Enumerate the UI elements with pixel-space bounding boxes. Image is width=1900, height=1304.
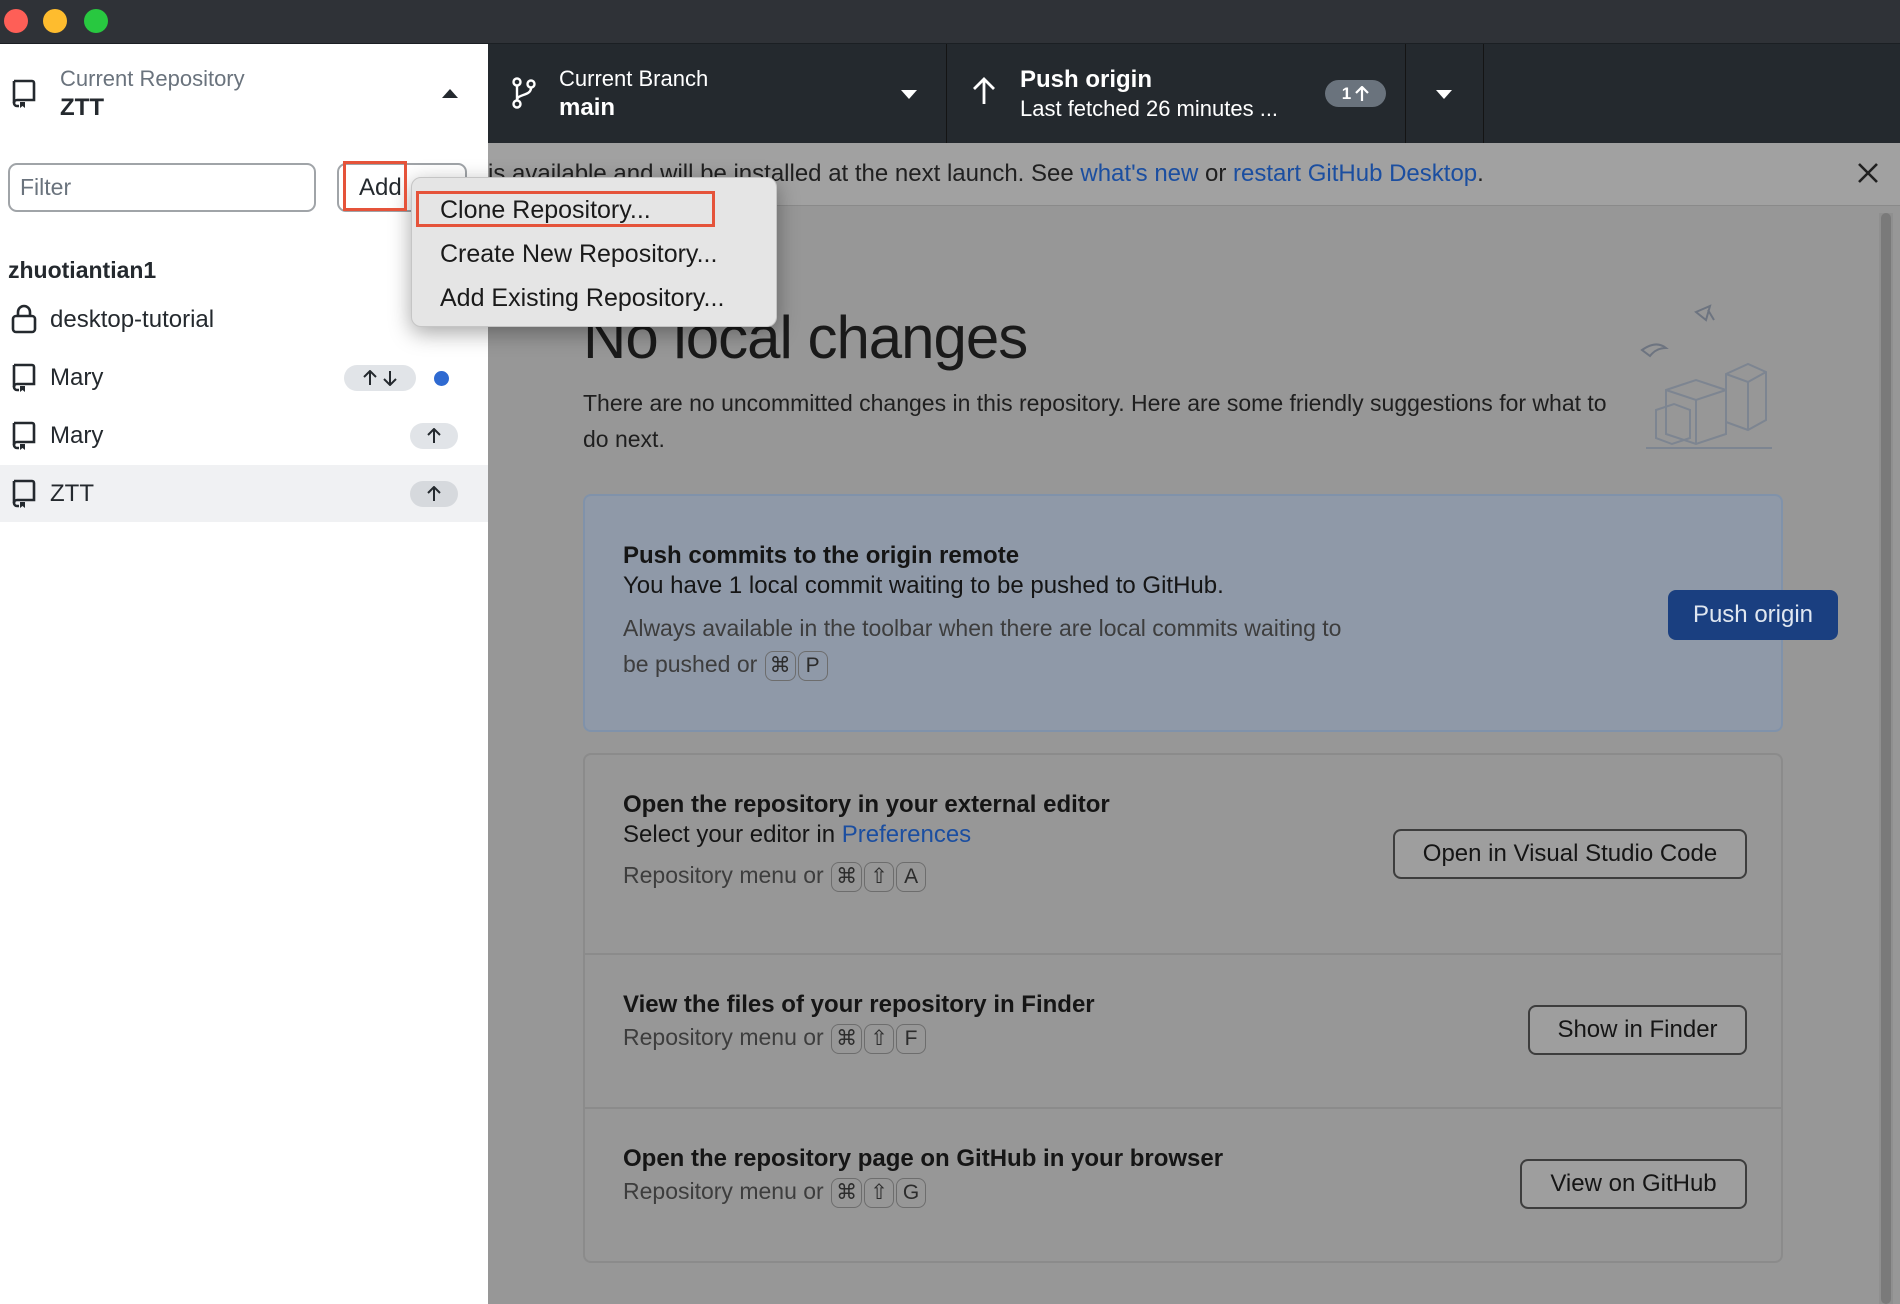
repository-name: Mary [50,422,104,449]
repository-item-mary[interactable]: Mary [0,349,488,406]
show-in-finder-button[interactable]: Show in Finder [1528,1005,1747,1055]
filter-input[interactable] [8,163,316,212]
restart-github-desktop-link[interactable]: restart GitHub Desktop [1233,160,1477,187]
ahead-behind-badge [344,365,416,391]
shift-key: ⇧ [864,1023,895,1054]
close-icon[interactable] [1854,159,1882,187]
chevron-up-icon [442,89,458,98]
github-hint-text: Repository menu or [623,1178,824,1204]
f-key: F [896,1023,927,1054]
push-card-hint-text: Always available in the toolbar when the… [623,615,1342,677]
current-branch-name: main [559,94,616,121]
chevron-down-icon [1436,90,1452,99]
page-description: There are no uncommitted changes in this… [583,390,1607,452]
command-key: ⌘ [764,650,796,681]
window-titlebar [0,0,1900,44]
uncommitted-changes-dot [434,371,449,386]
push-commits-card: Push commits to the origin remote You ha… [583,494,1838,732]
repository-item-ztt[interactable]: ZTT [0,465,488,522]
arrow-up-icon [1355,85,1370,101]
finder-card-hint: Repository menu or ⌘ ⇧ F [623,1019,927,1055]
push-card-title: Push commits to the origin remote [623,542,1020,569]
current-repository-label: Current Repository [60,66,245,91]
a-key: A [896,861,927,892]
suggested-actions-card: Open the repository in your external edi… [583,753,1783,1263]
last-fetched-text: Last fetched 26 minutes ... [1020,96,1279,121]
editor-hint-text: Repository menu or [623,862,824,888]
command-key: ⌘ [831,861,863,892]
current-repository-name: ZTT [60,94,104,121]
empty-boxes-illustration [1640,304,1772,449]
arrow-up-icon [363,370,377,385]
finder-card-title: View the files of your repository in Fin… [623,991,1095,1018]
shift-key: ⇧ [864,1177,895,1208]
menu-item-add-existing-repository[interactable]: Add Existing Repository... [440,284,724,313]
add-button-highlight [343,161,407,211]
row-divider [585,1107,1781,1109]
repository-name: desktop-tutorial [50,306,215,333]
push-card-description: You have 1 local commit waiting to be pu… [623,572,1224,599]
arrow-up-icon [427,486,441,501]
push-count: 1 [1341,83,1352,103]
minimize-window-button[interactable] [43,9,67,33]
current-repository-selector[interactable]: Current Repository ZTT [0,44,488,143]
repository-name: ZTT [50,480,94,507]
push-options-dropdown[interactable] [1406,44,1484,143]
editor-description-text: Select your editor in [623,821,836,848]
zoom-window-button[interactable] [84,9,108,33]
repo-icon [12,421,36,450]
current-branch-label: Current Branch [559,66,709,91]
whats-new-link[interactable]: what's new [1080,160,1198,187]
arrow-down-icon [383,371,397,386]
lock-icon [11,304,37,334]
repo-icon [12,363,36,392]
shift-key: ⇧ [864,861,895,892]
repo-icon [12,79,36,108]
editor-card-title: Open the repository in your external edi… [623,791,1110,818]
repository-group-header: zhuotiantian1 [8,257,157,283]
banner-text-end: . [1477,160,1484,187]
git-branch-icon [512,77,536,109]
preferences-link[interactable]: Preferences [842,821,971,848]
editor-card-description: Select your editor in Preferences [623,821,971,849]
repository-item-mary-2[interactable]: Mary [0,407,488,464]
g-key: G [896,1177,927,1208]
close-window-button[interactable] [4,9,28,33]
open-in-editor-button[interactable]: Open in Visual Studio Code [1393,829,1747,879]
repo-icon [12,479,36,508]
arrow-up-icon [973,77,995,104]
current-branch-selector[interactable]: Current Branch main [488,44,947,143]
ahead-badge [410,481,458,507]
push-card-hint: Always available in the toolbar when the… [623,610,1343,682]
chevron-down-icon [901,90,917,99]
ahead-badge [410,423,458,449]
toolbar: Current Repository ZTT Current Branch ma… [0,44,1900,143]
finder-hint-text: Repository menu or [623,1024,824,1050]
github-card-title: Open the repository page on GitHub in yo… [623,1145,1224,1172]
scrollbar-thumb[interactable] [1881,213,1891,1304]
editor-card-hint: Repository menu or ⌘ ⇧ A [623,857,927,893]
push-origin-card-button[interactable]: Push origin [1668,590,1838,640]
banner-text-or: or [1205,160,1227,187]
view-on-github-button[interactable]: View on GitHub [1520,1159,1747,1209]
push-count-badge: 1 [1325,80,1386,107]
row-divider [585,953,1781,955]
github-card-hint: Repository menu or ⌘ ⇧ G [623,1173,927,1209]
clone-repository-highlight [416,191,715,227]
push-origin-title: Push origin [1020,66,1152,93]
menu-item-create-new-repository[interactable]: Create New Repository... [440,240,717,269]
command-key: ⌘ [831,1023,863,1054]
arrow-up-icon [427,428,441,443]
command-key: ⌘ [831,1177,863,1208]
p-key: P [797,650,828,681]
repository-name: Mary [50,364,104,391]
